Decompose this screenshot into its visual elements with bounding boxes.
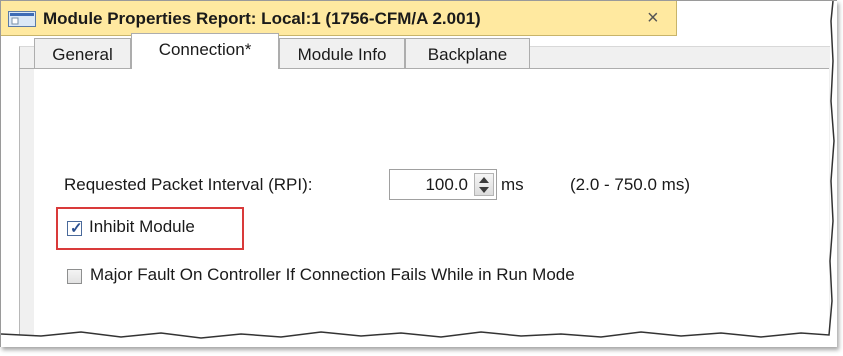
rpi-input[interactable]: 100.0 xyxy=(389,169,497,200)
spin-down-icon[interactable] xyxy=(479,187,489,193)
tab-general[interactable]: General xyxy=(34,38,131,68)
highlight-box xyxy=(56,207,244,250)
module-properties-window: Module Properties Report: Local:1 (1756-… xyxy=(0,0,837,347)
major-fault-checkbox[interactable] xyxy=(67,269,82,284)
tab-connection[interactable]: Connection* xyxy=(131,33,279,69)
tab-backplane[interactable]: Backplane xyxy=(405,38,530,68)
rpi-label: Requested Packet Interval (RPI): xyxy=(64,175,313,194)
module-window-icon xyxy=(8,11,36,27)
rpi-unit: ms xyxy=(501,175,524,194)
window-title: Module Properties Report: Local:1 (1756-… xyxy=(43,9,481,28)
major-fault-label[interactable]: Major Fault On Controller If Connection … xyxy=(90,265,575,285)
spin-up-icon[interactable] xyxy=(479,177,489,183)
tab-module-info[interactable]: Module Info xyxy=(279,38,405,68)
rpi-value[interactable]: 100.0 xyxy=(425,175,468,195)
rpi-range: (2.0 - 750.0 ms) xyxy=(570,175,690,194)
document-tab[interactable]: Module Properties Report: Local:1 (1756-… xyxy=(1,1,677,36)
rpi-spinner[interactable] xyxy=(474,173,494,196)
close-icon[interactable]: × xyxy=(647,7,659,30)
titlebar-empty-area xyxy=(677,1,837,36)
